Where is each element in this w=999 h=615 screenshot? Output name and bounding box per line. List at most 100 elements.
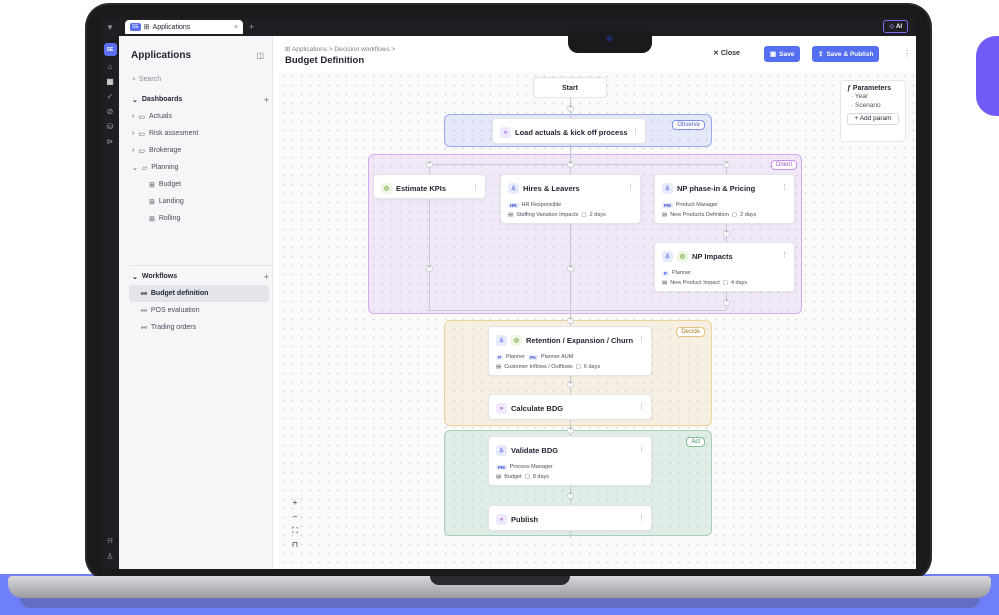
workflow-canvas[interactable]: Observe Orient Decide Act + + + + + + + … [279, 72, 916, 569]
sidebar-item-risk[interactable]: › ▭ Risk assesment [129, 125, 269, 142]
sidebar: Applications ◫ ⌕ Search ⌄ Dashboards + ›… [119, 36, 273, 569]
grid-icon: ⊞ [143, 24, 150, 31]
add-step-button[interactable]: + [567, 105, 574, 112]
node-menu-icon[interactable]: ⋮ [781, 251, 788, 259]
more-options-icon[interactable]: ⋮ [903, 49, 911, 58]
search-input[interactable]: ⌕ Search [129, 73, 267, 86]
close-tab-icon[interactable]: × [234, 24, 238, 31]
dashboards-label: Dashboards [141, 96, 183, 103]
nav-rail: SE ⌂ ▦ ✓ ⊘ ⛁ ⊳ ⍾ ♙ [101, 36, 119, 569]
node-menu-icon[interactable]: ⋮ [472, 183, 479, 191]
fit-view-icon[interactable]: ⛶ [289, 525, 301, 537]
sidebar-item-label: Actuals [148, 113, 172, 120]
node-menu-icon[interactable]: ⋮ [632, 127, 639, 135]
node-resource: New Product Impact [670, 280, 720, 286]
lock-icon[interactable]: ⊓ [289, 539, 301, 551]
node-load-actuals[interactable]: » Load actuals & kick off process ⋮ [492, 118, 646, 144]
folder-icon: ▭ [138, 130, 145, 138]
add-step-button[interactable]: + [723, 230, 730, 237]
apps-icon[interactable]: ▦ [106, 78, 114, 86]
sidebar-item-actuals[interactable]: › ▭ Actuals [129, 108, 269, 125]
add-step-button[interactable]: + [567, 381, 574, 388]
check-icon[interactable]: ✓ [107, 93, 114, 101]
chevron-right-icon: › [132, 147, 135, 154]
zoom-in-button[interactable]: + [289, 497, 301, 509]
home-icon[interactable]: ⌂ [108, 63, 113, 71]
calendar-icon: ▢ [731, 212, 738, 218]
breadcrumb[interactable]: ⊞ Applications > Decision workflows > [285, 45, 395, 53]
node-np-phase-in[interactable]: ♙ NP phase-in & Pricing ⋮ PM Product Man… [654, 174, 795, 224]
node-menu-icon[interactable]: ⋮ [627, 183, 634, 191]
add-workflow-button[interactable]: + [264, 272, 269, 282]
sidebar-item-budget[interactable]: ⊞ Budget [129, 176, 269, 193]
node-np-impacts[interactable]: ♙ ◎ NP Impacts ⋮ P Planner ▤ New Product… [654, 242, 795, 292]
node-calculate-bdg[interactable]: » Calculate BDG ⋮ [488, 394, 652, 420]
node-menu-icon[interactable]: ⋮ [638, 445, 645, 453]
laptop-base-slot [430, 576, 570, 585]
node-menu-icon[interactable]: ⋮ [638, 403, 645, 411]
node-estimate-kpis[interactable]: ◎ Estimate KPIs ⋮ [373, 174, 486, 199]
zoom-out-button[interactable]: − [289, 511, 301, 523]
folder-icon: ▭ [138, 113, 145, 121]
bell-icon[interactable]: ⍾ [107, 537, 112, 545]
node-menu-icon[interactable]: ⋮ [781, 183, 788, 191]
sidebar-item-budget-definition[interactable]: ⚯ Budget definition [129, 285, 269, 302]
sidebar-item-label: Budget [158, 181, 182, 188]
ai-label: AI [896, 23, 902, 30]
node-resource: Staffing Variation Impacts [516, 212, 579, 218]
user-icon[interactable]: ♙ [106, 553, 113, 561]
add-step-button[interactable]: + [567, 492, 574, 499]
sidebar-item-brokerage[interactable]: › ▭ Brokerage [129, 142, 269, 159]
role-tag: HR [508, 202, 519, 208]
parameter-item[interactable]: · Scenario [847, 101, 899, 110]
add-step-button[interactable]: + [567, 161, 574, 168]
start-node[interactable]: Start [533, 77, 607, 98]
sidebar-item-trading-orders[interactable]: ⚯ Trading orders [129, 319, 269, 336]
node-publish[interactable]: » Publish ⋮ [488, 505, 652, 531]
node-role: Planner [672, 270, 691, 276]
workflow-icon[interactable]: ⊳ [107, 138, 114, 146]
add-step-button[interactable]: + [426, 161, 433, 168]
node-title: Publish [511, 515, 539, 524]
add-step-button[interactable]: + [426, 265, 433, 272]
add-step-button[interactable]: + [567, 317, 574, 324]
save-button[interactable]: ▣ Save [764, 46, 801, 62]
node-menu-icon[interactable]: ⋮ [638, 514, 645, 522]
parameter-item[interactable]: · Year [847, 92, 899, 101]
close-icon: ✕ [713, 50, 719, 57]
add-step-button[interactable]: + [723, 161, 730, 168]
close-label: Close [720, 50, 740, 57]
add-step-button[interactable]: + [567, 427, 574, 434]
save-publish-button[interactable]: ⇪ Save & Publish [812, 46, 880, 62]
add-tab-button[interactable]: + [249, 22, 254, 32]
node-title: NP Impacts [692, 252, 733, 261]
sidebar-item-pos-evaluation[interactable]: ⚯ POS evaluation [129, 302, 269, 319]
close-button[interactable]: ✕ Close [713, 49, 740, 57]
node-menu-icon[interactable]: ⋮ [638, 335, 645, 343]
add-step-button[interactable]: + [567, 265, 574, 272]
database-icon[interactable]: ⛁ [107, 123, 114, 131]
tab-applications[interactable]: SE ⊞ Applications × [125, 20, 243, 34]
role-tag: PA [527, 354, 538, 360]
function-icon: ƒ [847, 85, 851, 92]
user-icon: ♙ [496, 335, 507, 346]
ai-button[interactable]: ◇ AI [883, 20, 908, 33]
node-validate-bdg[interactable]: ♙ Validate BDG ⋮ PM Process Manager ▤ Bu… [488, 436, 652, 486]
sidebar-item-landing[interactable]: ⊞ Landing [129, 193, 269, 210]
node-retention[interactable]: ♙ ◎ Retention / Expansion / Churn ⋮ P Pl… [488, 326, 652, 376]
sidebar-item-rolling[interactable]: ⊞ Rolling [129, 210, 269, 227]
sidebar-item-label: Rolling [158, 215, 181, 222]
collapse-sidebar-icon[interactable]: ◫ [256, 51, 264, 60]
add-param-button[interactable]: + Add param [847, 113, 899, 125]
compass-icon[interactable]: ⊘ [107, 108, 114, 116]
node-hires-leavers[interactable]: ♙ Hires & Leavers ⋮ HR HR Responsible ▤ … [500, 174, 641, 224]
workflows-header[interactable]: ⌄ Workflows + [129, 268, 269, 285]
node-title: Retention / Expansion / Churn [526, 336, 634, 345]
workspace-avatar[interactable]: SE [103, 43, 117, 56]
add-step-button[interactable]: + [723, 299, 730, 306]
sidebar-item-planning[interactable]: ⌄ ▱ Planning [129, 159, 269, 176]
page-title: Budget Definition [285, 55, 365, 66]
dashboards-header[interactable]: ⌄ Dashboards + [129, 91, 269, 108]
sidebar-item-label: Brokerage [148, 147, 182, 154]
add-dashboard-button[interactable]: + [264, 95, 269, 105]
